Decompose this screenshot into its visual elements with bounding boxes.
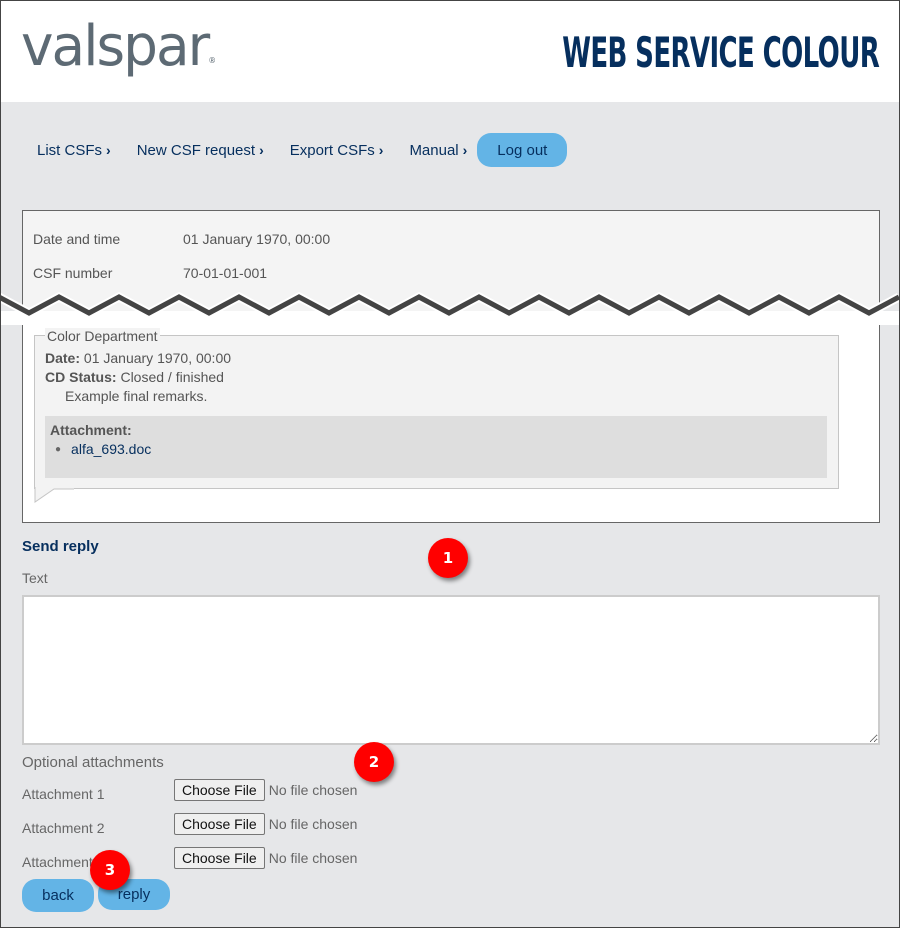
bullet-icon: ● bbox=[55, 443, 62, 455]
cd-date-value: 01 January 1970, 00:00 bbox=[83, 350, 232, 366]
file-status: No file chosen bbox=[268, 782, 358, 798]
choose-file-button[interactable]: Choose File bbox=[174, 813, 265, 835]
chevron-right-icon: › bbox=[259, 142, 264, 158]
torn-line bbox=[1, 294, 899, 316]
cd-date: Date: 01 January 1970, 00:00 bbox=[45, 350, 231, 366]
attachment-box: Attachment: ● alfa_693.doc bbox=[45, 416, 827, 478]
valspar-logo: valspar® bbox=[21, 15, 216, 79]
field-date-time: Date and time 01 January 1970, 00:00 bbox=[33, 231, 330, 247]
chevron-right-icon: › bbox=[378, 142, 384, 158]
attachment-label: Attachment 1 bbox=[22, 786, 105, 802]
file-status: No file chosen bbox=[268, 850, 358, 866]
attachment-item: ● alfa_693.doc bbox=[55, 441, 151, 457]
nav-label: Manual bbox=[409, 141, 459, 159]
registered-mark: ® bbox=[208, 56, 217, 65]
cd-remarks: Example final remarks. bbox=[65, 388, 208, 404]
field-csf-number: CSF number 70-01-01-001 bbox=[33, 265, 267, 281]
page-frame: valspar® WEB SERVICE COLOUR List CSFs › N… bbox=[0, 0, 900, 928]
speech-bubble-tail bbox=[34, 487, 74, 503]
send-reply-heading: Send reply bbox=[22, 538, 99, 555]
torn-edge-divider bbox=[1, 291, 899, 325]
main-nav: List CSFs › New CSF request › Export CSFs ›… bbox=[37, 132, 568, 168]
nav-list-csfs[interactable]: List CSFs › bbox=[37, 142, 111, 159]
nav-label: Export CSFs bbox=[289, 141, 375, 159]
optional-attachments-label: Optional attachments bbox=[22, 754, 164, 771]
attachment-row-1: Attachment 1 Choose File No file chosen bbox=[22, 779, 358, 802]
choose-file-button[interactable]: Choose File bbox=[174, 779, 265, 801]
file-status: No file chosen bbox=[268, 816, 358, 832]
attachment-link[interactable]: alfa_693.doc bbox=[71, 441, 151, 457]
attachment-row-3: Attachment 3 Choose File No file chosen bbox=[22, 847, 358, 870]
nav-manual[interactable]: Manual › bbox=[409, 142, 467, 159]
attachment-row-2: Attachment 2 Choose File No file chosen bbox=[22, 813, 358, 836]
annotation-marker-1: 1 bbox=[428, 538, 468, 578]
annotation-marker-3: 3 bbox=[90, 850, 130, 890]
fieldset-legend: Color Department bbox=[45, 328, 160, 344]
logout-button[interactable]: Log out bbox=[477, 133, 568, 167]
nav-label: List CSFs bbox=[37, 141, 103, 159]
chevron-right-icon: › bbox=[106, 142, 111, 158]
cd-status-value: Closed / finished bbox=[120, 369, 224, 385]
chevron-right-icon: › bbox=[462, 142, 468, 158]
reply-text-input[interactable] bbox=[22, 595, 880, 745]
cd-status-label: CD Status: bbox=[45, 369, 117, 385]
field-value: 70-01-01-001 bbox=[183, 265, 268, 281]
color-department-fieldset: Color Department Date: 01 January 1970, … bbox=[34, 328, 839, 489]
attachment-label: Attachment 2 bbox=[22, 820, 105, 836]
text-label: Text bbox=[22, 570, 48, 586]
app-title: WEB SERVICE COLOUR bbox=[562, 28, 880, 77]
annotation-marker-2: 2 bbox=[354, 742, 394, 782]
nav-export-csfs[interactable]: Export CSFs › bbox=[290, 142, 384, 159]
nav-new-csf-request[interactable]: New CSF request › bbox=[137, 142, 264, 159]
cd-status: CD Status: Closed / finished bbox=[45, 369, 224, 385]
field-value: 01 January 1970, 00:00 bbox=[183, 231, 331, 247]
attachment-title: Attachment: bbox=[50, 422, 132, 438]
cd-date-label: Date: bbox=[45, 350, 81, 366]
back-button[interactable]: back bbox=[22, 879, 94, 912]
logo-text: valspar bbox=[21, 14, 210, 79]
field-label: CSF number bbox=[33, 265, 113, 281]
header: valspar® WEB SERVICE COLOUR bbox=[1, 1, 899, 102]
choose-file-button[interactable]: Choose File bbox=[174, 847, 265, 869]
field-label: Date and time bbox=[33, 231, 121, 247]
nav-label: New CSF request bbox=[136, 141, 256, 159]
